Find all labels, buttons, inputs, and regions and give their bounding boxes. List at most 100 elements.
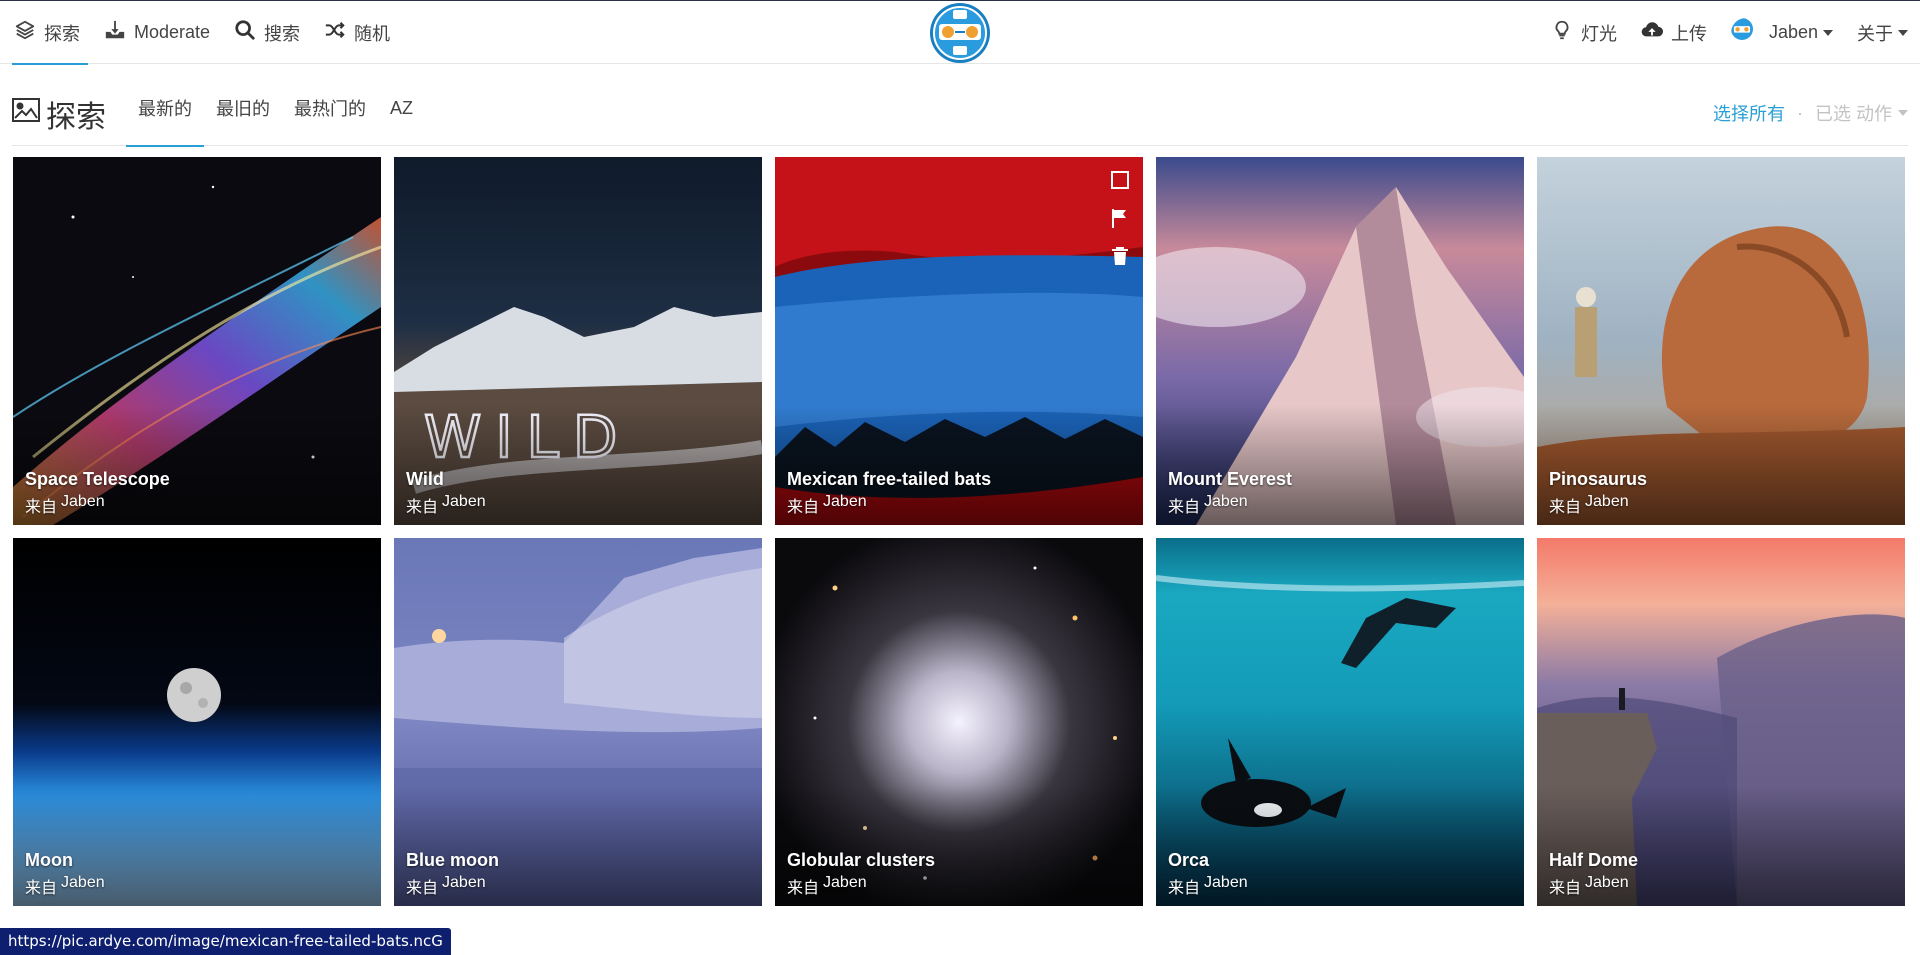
- author-prefix: 来自: [1168, 880, 1201, 897]
- author-prefix: 来自: [1549, 499, 1582, 516]
- nav-search-label: 搜索: [264, 23, 301, 44]
- author-name[interactable]: Jaben: [61, 874, 105, 898]
- chevron-down-icon: [1823, 29, 1833, 36]
- author-prefix: 来自: [1168, 499, 1201, 516]
- lights-toggle[interactable]: 灯光: [1539, 19, 1629, 46]
- chevron-down-icon: [1898, 29, 1908, 36]
- cloud-upload-icon: [1641, 19, 1663, 46]
- tab-newest[interactable]: 最新的: [126, 64, 204, 147]
- image-author: 来自 Jaben: [787, 874, 867, 898]
- author-prefix: 来自: [787, 499, 820, 516]
- trash-icon[interactable]: [1109, 245, 1131, 267]
- image-author: 来自 Jaben: [406, 493, 486, 517]
- image-title[interactable]: Mexican free-tailed bats: [787, 469, 991, 490]
- author-name[interactable]: Jaben: [1585, 493, 1629, 517]
- image-author: 来自 Jaben: [1168, 493, 1248, 517]
- author-name[interactable]: Jaben: [442, 874, 486, 898]
- image-card[interactable]: Mount Everest 来自 Jaben: [1156, 157, 1524, 525]
- author-prefix: 来自: [1549, 880, 1582, 897]
- user-menu[interactable]: Jaben: [1719, 17, 1845, 48]
- nav-explore-label: 探索: [44, 23, 80, 44]
- nav-random-label: 随机: [354, 23, 391, 44]
- image-title[interactable]: Space Telescope: [25, 469, 170, 490]
- avatar: [1730, 17, 1761, 48]
- image-author: 来自 Jaben: [1168, 874, 1248, 898]
- flag-icon[interactable]: [1109, 207, 1131, 229]
- nav-moderate-label: Moderate: [134, 22, 211, 42]
- listing-actions: 选择所有 · 已选 动作: [1713, 100, 1908, 126]
- image-author: 来自 Jaben: [25, 493, 105, 517]
- author-name[interactable]: Jaben: [1204, 493, 1248, 517]
- layers-icon: [14, 19, 36, 46]
- author-prefix: 来自: [406, 499, 439, 516]
- selected-action-label: 已选 动作: [1814, 104, 1892, 124]
- image-grid: Space Telescope 来自Jaben WILD Wild 来自Jabe…: [13, 157, 1906, 906]
- about-menu[interactable]: 关于: [1845, 20, 1920, 46]
- nav-search[interactable]: 搜索: [222, 1, 312, 64]
- author-prefix: 来自: [25, 880, 58, 897]
- user-name: Jaben: [1768, 22, 1818, 42]
- page-title-text: 探索: [46, 101, 106, 134]
- image-card[interactable]: Space Telescope 来自 Jaben: [13, 157, 381, 525]
- image-author: 来自 Jaben: [1549, 874, 1629, 898]
- inbox-download-icon: [104, 19, 126, 46]
- status-url: https://pic.ardye.com/image/mexican-free…: [0, 928, 451, 955]
- tab-az[interactable]: AZ: [378, 64, 425, 146]
- image-card[interactable]: Moon 来自 Jaben: [13, 538, 381, 906]
- image-card[interactable]: Orca 来自 Jaben: [1156, 538, 1524, 906]
- search-icon: [234, 19, 256, 46]
- author-name[interactable]: Jaben: [823, 493, 867, 517]
- image-title[interactable]: Half Dome: [1549, 850, 1638, 871]
- image-author: 来自 Jaben: [406, 874, 486, 898]
- selected-action-dropdown[interactable]: 已选 动作: [1815, 100, 1908, 126]
- nav-left: 探索 Moderate 搜索 随机: [12, 1, 402, 65]
- page-title: 探索: [12, 92, 106, 136]
- author-name[interactable]: Jaben: [1585, 874, 1629, 898]
- image-title[interactable]: Globular clusters: [787, 850, 935, 871]
- image-title[interactable]: Blue moon: [406, 850, 499, 871]
- author-prefix: 来自: [406, 880, 439, 897]
- author-prefix: 来自: [787, 880, 820, 897]
- image-author: 来自 Jaben: [1549, 493, 1629, 517]
- about-label: 关于: [1857, 23, 1893, 44]
- tab-oldest[interactable]: 最旧的: [204, 64, 282, 146]
- image-title[interactable]: Orca: [1168, 850, 1209, 871]
- image-icon: [12, 97, 40, 131]
- image-card[interactable]: Mexican free-tailed bats 来自 Jaben: [775, 157, 1143, 525]
- listing-header: 探索 最新的 最旧的 最热门的 AZ 选择所有 · 已选 动作: [12, 64, 1908, 147]
- image-author: 来自 Jaben: [787, 493, 867, 517]
- image-author: 来自 Jaben: [25, 874, 105, 898]
- image-card[interactable]: Blue moon 来自 Jaben: [394, 538, 762, 906]
- image-card[interactable]: Globular clusters 来自 Jaben: [775, 538, 1143, 906]
- image-title[interactable]: Wild: [406, 469, 444, 490]
- image-card[interactable]: Half Dome 来自 Jaben: [1537, 538, 1905, 906]
- top-navbar: 探索 Moderate 搜索 随机 灯光 上传 Jaben 关于: [0, 0, 1920, 65]
- nav-moderate[interactable]: Moderate: [92, 1, 222, 64]
- sort-tabs: 最新的 最旧的 最热门的 AZ: [126, 64, 425, 147]
- nav-explore[interactable]: 探索: [12, 1, 92, 65]
- author-name[interactable]: Jaben: [61, 493, 105, 517]
- image-card[interactable]: WILD Wild 来自Jaben: [394, 157, 762, 525]
- image-title[interactable]: Moon: [25, 850, 73, 871]
- image-title[interactable]: Pinosaurus: [1549, 469, 1647, 490]
- chevron-down-icon: [1898, 110, 1908, 116]
- lights-label: 灯光: [1580, 23, 1617, 44]
- site-logo[interactable]: [928, 1, 992, 65]
- author-name[interactable]: Jaben: [823, 874, 867, 898]
- upload-button[interactable]: 上传: [1629, 19, 1719, 46]
- upload-label: 上传: [1670, 23, 1707, 44]
- select-all-link[interactable]: 选择所有: [1713, 100, 1785, 126]
- lightbulb-icon: [1551, 19, 1573, 46]
- author-name[interactable]: Jaben: [1204, 874, 1248, 898]
- nav-random[interactable]: 随机: [312, 1, 402, 64]
- nav-right: 灯光 上传 Jaben 关于: [1539, 1, 1920, 64]
- card-tools: [1109, 169, 1131, 267]
- author-name[interactable]: Jaben: [442, 493, 486, 517]
- image-card[interactable]: Pinosaurus 来自 Jaben: [1537, 157, 1905, 525]
- image-title[interactable]: Mount Everest: [1168, 469, 1292, 490]
- separator: ·: [1796, 102, 1803, 123]
- shuffle-icon: [324, 19, 346, 46]
- tab-popular[interactable]: 最热门的: [282, 64, 378, 146]
- select-checkbox[interactable]: [1109, 169, 1131, 191]
- author-prefix: 来自: [25, 499, 58, 516]
